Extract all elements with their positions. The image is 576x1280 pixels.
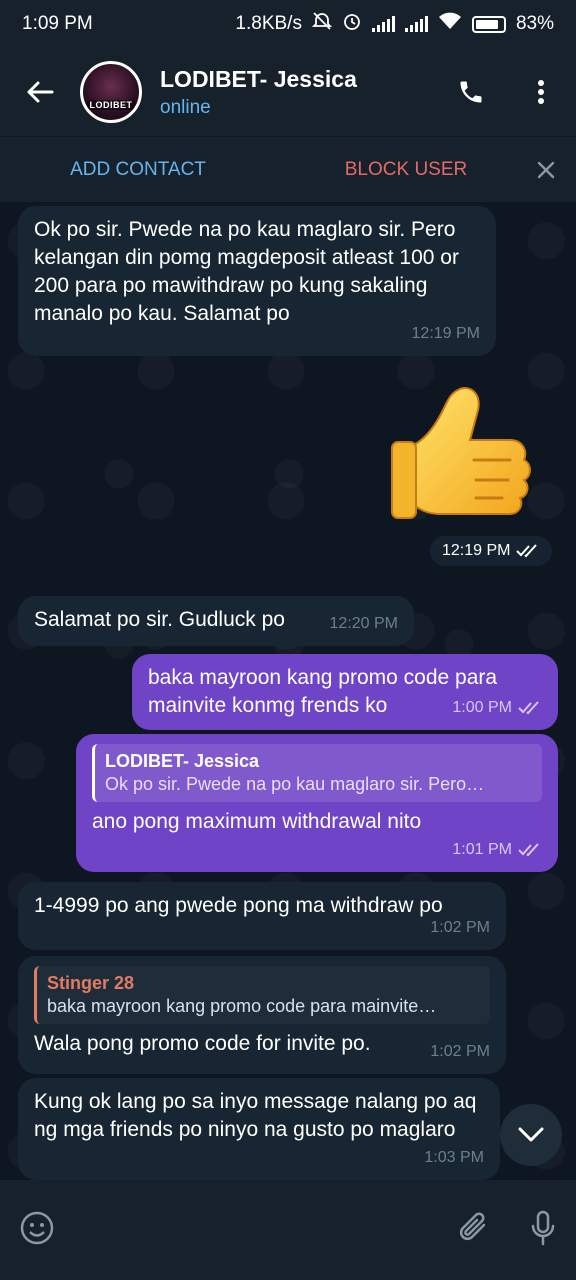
message-time: 1:00 PM bbox=[452, 699, 512, 716]
sticker-time-badge: 12:19 PM bbox=[430, 536, 553, 566]
close-icon bbox=[537, 161, 555, 178]
chevron-down-icon bbox=[518, 1127, 544, 1142]
message-text: Wala pong promo code for invite po. bbox=[34, 1032, 371, 1055]
battery-level: 83% bbox=[515, 13, 554, 34]
message-text: Kung ok lang po sa inyo message nalang p… bbox=[34, 1090, 477, 1141]
wifi-icon bbox=[438, 12, 462, 36]
back-button[interactable] bbox=[0, 48, 80, 136]
message-incoming-reply[interactable]: Stinger 28 baka mayroon kang promo code … bbox=[18, 956, 506, 1074]
status-time: 1:09 PM bbox=[22, 13, 93, 34]
contact-action-bar: ADD CONTACT BLOCK USER bbox=[0, 136, 576, 202]
double-check-icon bbox=[518, 843, 539, 857]
message-outgoing[interactable]: baka mayroon kang promo code para mainvi… bbox=[132, 654, 558, 730]
emoji-icon bbox=[20, 1211, 54, 1244]
reply-author: Stinger 28 bbox=[47, 973, 135, 993]
avatar[interactable]: LODIBET bbox=[80, 61, 142, 123]
message-incoming[interactable]: Salamat po sir. Gudluck po 12:20 PM bbox=[18, 596, 414, 646]
message-incoming[interactable]: 1-4999 po ang pwede pong ma withdraw po … bbox=[18, 882, 506, 950]
scroll-to-bottom-button[interactable] bbox=[500, 1104, 562, 1166]
chat-header: LODIBET LODIBET- Jessica online bbox=[0, 48, 576, 136]
message-text: ano pong maximum withdrawal nito bbox=[92, 810, 422, 833]
message-list[interactable]: Ok po sir. Pwede na po kau maglaro sir. … bbox=[0, 202, 576, 1180]
microphone-icon bbox=[531, 1210, 555, 1245]
emoji-button[interactable] bbox=[20, 1211, 54, 1250]
paperclip-icon bbox=[459, 1212, 486, 1240]
chat-status: online bbox=[160, 96, 211, 118]
chat-title-box[interactable]: LODIBET- Jessica online bbox=[160, 66, 436, 119]
add-contact-button[interactable]: ADD CONTACT bbox=[0, 159, 276, 181]
mute-icon bbox=[311, 11, 333, 37]
avatar-logo-text: LODIBET bbox=[87, 100, 135, 110]
message-time-row: 1:00 PM bbox=[452, 694, 542, 722]
arrow-left-icon bbox=[27, 81, 54, 103]
message-time: 12:20 PM bbox=[329, 615, 398, 632]
close-action-bar-button[interactable] bbox=[516, 137, 576, 203]
reply-text: Ok po sir. Pwede na po kau maglaro sir. … bbox=[105, 774, 485, 794]
alarm-icon bbox=[342, 11, 362, 37]
message-time: 1:02 PM bbox=[430, 1043, 490, 1060]
message-time: 12:19 PM bbox=[411, 325, 480, 342]
more-options-button[interactable] bbox=[506, 48, 576, 136]
thumbs-up-icon bbox=[391, 387, 531, 519]
block-user-button[interactable]: BLOCK USER bbox=[276, 159, 516, 181]
thumbs-up-sticker[interactable] bbox=[388, 382, 532, 532]
message-time: 1:02 PM bbox=[430, 919, 490, 936]
message-incoming[interactable]: Kung ok lang po sa inyo message nalang p… bbox=[18, 1078, 500, 1180]
battery-icon bbox=[471, 15, 506, 33]
voice-message-button[interactable] bbox=[530, 1210, 556, 1251]
message-time: 12:19 PM bbox=[442, 542, 511, 559]
message-time: 1:01 PM bbox=[452, 841, 512, 858]
double-check-icon bbox=[518, 701, 539, 715]
message-outgoing-reply[interactable]: LODIBET- Jessica Ok po sir. Pwede na po … bbox=[76, 734, 558, 872]
reply-preview[interactable]: LODIBET- Jessica Ok po sir. Pwede na po … bbox=[92, 744, 542, 802]
attach-button[interactable] bbox=[458, 1211, 490, 1250]
input-actions bbox=[458, 1210, 556, 1251]
message-input-bar bbox=[0, 1180, 576, 1280]
double-check-icon bbox=[516, 544, 538, 558]
message-incoming[interactable]: Ok po sir. Pwede na po kau maglaro sir. … bbox=[18, 206, 496, 356]
message-text: Ok po sir. Pwede na po kau maglaro sir. … bbox=[34, 218, 459, 325]
call-button[interactable] bbox=[436, 48, 506, 136]
status-icons: 1.8KB/s 83% bbox=[235, 11, 554, 37]
message-time-row: 1:01 PM bbox=[452, 836, 542, 864]
reply-author: LODIBET- Jessica bbox=[105, 751, 260, 771]
status-bar: 1:09 PM 1.8KB/s 83% bbox=[0, 0, 576, 48]
net-speed: 1.8KB/s bbox=[235, 13, 302, 34]
reply-preview[interactable]: Stinger 28 baka mayroon kang promo code … bbox=[34, 966, 490, 1024]
chat-title: LODIBET- Jessica bbox=[160, 65, 357, 92]
signal-icon bbox=[371, 16, 395, 32]
reply-text: baka mayroon kang promo code para mainvi… bbox=[47, 996, 437, 1016]
signal-icon-2 bbox=[404, 16, 428, 32]
message-time: 1:03 PM bbox=[424, 1149, 484, 1166]
more-vertical-icon bbox=[538, 80, 544, 104]
phone-icon bbox=[460, 81, 482, 103]
message-text: 1-4999 po ang pwede pong ma withdraw po bbox=[34, 894, 443, 917]
